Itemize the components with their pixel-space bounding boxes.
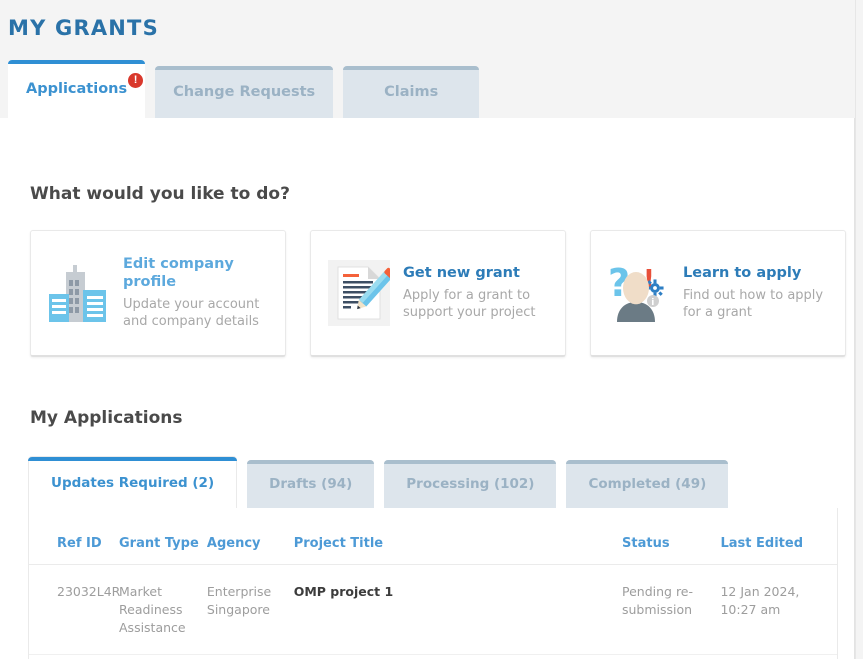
cell-last-edited: 12 Jan 2024, 10:27 am [720, 565, 837, 655]
building-icon [45, 257, 113, 329]
column-header-ref-id[interactable]: Ref ID [29, 508, 119, 565]
subtab-completed-label: Completed (49) [588, 476, 706, 492]
card-learn-to-apply-text: Learn to apply Find out how to apply for… [683, 264, 831, 322]
svg-text:i: i [651, 298, 654, 308]
card-edit-company-profile-text: Edit company profile Update your account… [123, 255, 271, 331]
person-question-icon: ? ! i [605, 257, 673, 329]
column-header-grant-type[interactable]: Grant Type [119, 508, 207, 565]
column-header-last-edited[interactable]: Last Edited [720, 508, 837, 565]
column-header-agency[interactable]: Agency [207, 508, 294, 565]
card-get-new-grant[interactable]: Get new grant Apply for a grant to suppo… [310, 230, 566, 357]
tab-change-requests-label: Change Requests [173, 84, 315, 100]
column-header-status[interactable]: Status [622, 508, 720, 565]
card-get-new-grant-text: Get new grant Apply for a grant to suppo… [403, 264, 551, 322]
tab-claims-label: Claims [384, 84, 438, 100]
page-scrollbar[interactable] [855, 0, 863, 659]
subtab-drafts[interactable]: Drafts (94) [247, 460, 374, 508]
applications-panel: What would you like to do? [0, 118, 855, 659]
cell-grant-type: Market Readiness Assistance [119, 565, 207, 655]
subtab-drafts-label: Drafts (94) [269, 476, 352, 492]
my-applications-heading: My Applications [30, 408, 182, 428]
card-get-new-grant-title: Get new grant [403, 264, 551, 282]
card-learn-to-apply-title: Learn to apply [683, 264, 831, 282]
applications-subtabbar: Updates Required (2) Drafts (94) Process… [28, 456, 728, 508]
tab-applications-label: Applications [26, 81, 127, 97]
cell-ref-id: 23032L4R [29, 565, 119, 655]
tab-claims[interactable]: Claims [343, 66, 479, 118]
page-title: MY GRANTS [8, 16, 159, 40]
card-edit-company-profile-title: Edit company profile [123, 255, 271, 291]
card-edit-company-profile[interactable]: Edit company profile Update your account… [30, 230, 286, 357]
table-body: 23032L4R Market Readiness Assistance Ent… [29, 565, 837, 655]
subtab-updates-required[interactable]: Updates Required (2) [28, 456, 237, 508]
card-learn-to-apply-desc: Find out how to apply for a grant [683, 288, 831, 322]
subtab-updates-required-label: Updates Required (2) [51, 475, 214, 491]
table-head: Ref ID Grant Type Agency Project Title S… [29, 508, 837, 565]
card-learn-to-apply[interactable]: ? ! i [590, 230, 846, 357]
tab-applications[interactable]: Applications ! [8, 60, 145, 118]
what-would-you-like-to-do-heading: What would you like to do? [30, 184, 290, 204]
cell-project-title: OMP project 1 [294, 565, 622, 655]
cell-status: Pending re-submission [622, 565, 720, 655]
document-pencil-icon [325, 257, 393, 329]
card-edit-company-profile-desc: Update your account and company details [123, 297, 271, 331]
card-get-new-grant-desc: Apply for a grant to support your projec… [403, 288, 551, 322]
table-row[interactable]: 23032L4R Market Readiness Assistance Ent… [29, 565, 837, 655]
subtab-completed[interactable]: Completed (49) [566, 460, 728, 508]
tab-change-requests[interactable]: Change Requests [155, 66, 333, 118]
subtab-processing[interactable]: Processing (102) [384, 460, 556, 508]
primary-tabbar: Applications ! Change Requests Claims [0, 56, 863, 118]
cell-agency: Enterprise Singapore [207, 565, 294, 655]
subtab-processing-label: Processing (102) [406, 476, 534, 492]
page-header: MY GRANTS [0, 0, 863, 56]
action-cards: Edit company profile Update your account… [30, 230, 846, 357]
column-header-project-title[interactable]: Project Title [294, 508, 622, 565]
applications-table-container: Ref ID Grant Type Agency Project Title S… [28, 508, 838, 659]
applications-table: Ref ID Grant Type Agency Project Title S… [29, 508, 837, 655]
alert-badge-icon: ! [128, 73, 143, 88]
tab-applications-label-wrap: Applications ! [26, 81, 127, 97]
table-header-row: Ref ID Grant Type Agency Project Title S… [29, 508, 837, 565]
